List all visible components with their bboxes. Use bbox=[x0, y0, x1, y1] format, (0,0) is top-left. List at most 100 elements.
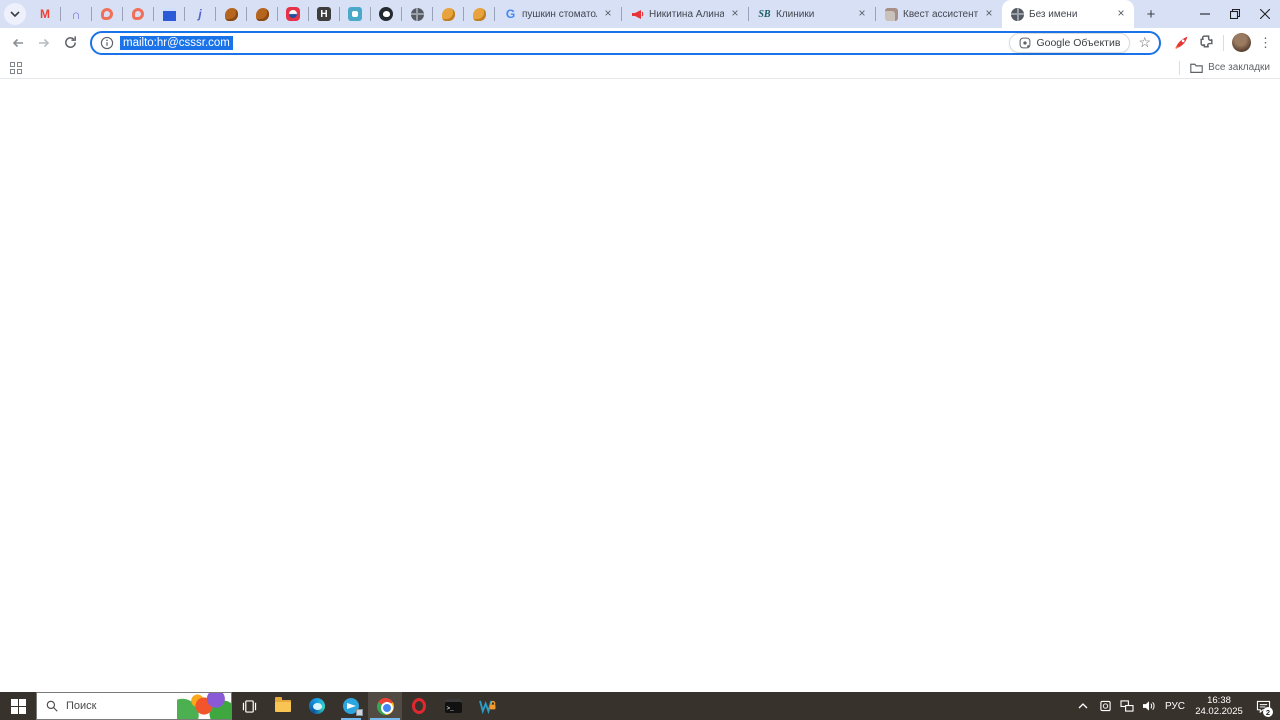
clock-time: 16:38 bbox=[1207, 695, 1231, 706]
tab-title: Клиники bbox=[776, 8, 815, 20]
pinned-tab-github[interactable] bbox=[371, 0, 401, 28]
page-info-icon[interactable] bbox=[100, 36, 114, 50]
taskbar-clock[interactable]: 16:38 24.02.2025 bbox=[1192, 695, 1246, 717]
profile-avatar[interactable] bbox=[1232, 33, 1251, 52]
minimize-icon bbox=[1200, 13, 1210, 15]
bookmarks-right: Все закладки bbox=[1179, 60, 1270, 75]
apps-grid-icon[interactable] bbox=[10, 61, 22, 74]
toolbar-divider bbox=[1223, 34, 1224, 51]
tray-tablet-button[interactable] bbox=[1096, 692, 1114, 720]
tablet-sync-icon bbox=[1099, 700, 1111, 712]
hand-icon bbox=[441, 7, 456, 22]
tab-close-icon[interactable]: × bbox=[728, 7, 742, 21]
file-explorer-icon bbox=[275, 697, 291, 712]
tab-kvest[interactable]: Квест ассистента мен × bbox=[876, 0, 1002, 28]
pinned-tab-arc[interactable]: ∩ bbox=[61, 0, 91, 28]
telegram-button[interactable] bbox=[334, 692, 368, 720]
pinned-tab-h[interactable]: H bbox=[309, 0, 339, 28]
tab-untitled-active[interactable]: Без имени × bbox=[1002, 0, 1134, 28]
network-button[interactable] bbox=[1118, 692, 1136, 720]
lens-icon bbox=[1020, 37, 1031, 48]
pinned-tab-globe[interactable] bbox=[402, 0, 432, 28]
bookmark-star-icon[interactable]: ☆ bbox=[1138, 34, 1151, 51]
pinned-tab-gmail[interactable]: M bbox=[30, 0, 60, 28]
start-button[interactable] bbox=[0, 692, 36, 720]
letter-h-icon: H bbox=[317, 7, 332, 22]
address-bar[interactable]: mailto:hr@csssr.com Google Объектив ☆ bbox=[90, 30, 1161, 55]
system-tray: РУС 16:38 24.02.2025 2 bbox=[1074, 692, 1280, 720]
loupe-icon bbox=[131, 7, 146, 22]
megaphone-icon bbox=[630, 7, 645, 22]
chrome-icon bbox=[376, 697, 394, 715]
pinned-tab-loupe-1[interactable] bbox=[92, 0, 122, 28]
google-icon: G bbox=[505, 7, 516, 21]
tab-close-icon[interactable]: × bbox=[855, 7, 869, 21]
pinned-tab-hand-1[interactable] bbox=[216, 0, 246, 28]
tab-title: пушкин стоматолог - П bbox=[522, 8, 597, 20]
pinned-tab-hand-4[interactable] bbox=[464, 0, 494, 28]
close-window-button[interactable] bbox=[1250, 0, 1280, 28]
volume-button[interactable] bbox=[1140, 692, 1158, 720]
tray-chevron-button[interactable] bbox=[1074, 692, 1092, 720]
vpn-app-button[interactable] bbox=[470, 692, 504, 720]
google-lens-button[interactable]: Google Объектив bbox=[1009, 32, 1131, 53]
clock-date: 24.02.2025 bbox=[1195, 706, 1243, 717]
browser-menu-button[interactable]: ⋮ bbox=[1259, 35, 1272, 51]
tab-close-icon[interactable]: × bbox=[982, 7, 996, 21]
taskbar-search-box[interactable]: Поиск bbox=[36, 692, 232, 720]
extensions-puzzle-icon[interactable] bbox=[1198, 34, 1215, 51]
pinned-tab-hand-3[interactable] bbox=[433, 0, 463, 28]
all-bookmarks-label: Все закладки bbox=[1208, 62, 1270, 73]
pinned-tab-j[interactable]: j bbox=[185, 0, 215, 28]
lens-label: Google Объектив bbox=[1036, 36, 1121, 49]
edge-button[interactable] bbox=[300, 692, 334, 720]
language-indicator[interactable]: РУС bbox=[1162, 692, 1188, 720]
windows-logo-icon bbox=[10, 698, 26, 714]
forward-icon bbox=[39, 38, 50, 47]
forward-button[interactable] bbox=[32, 31, 56, 55]
hand-icon bbox=[472, 7, 487, 22]
windows-taskbar: Поиск >_ РУС 16:38 24.02.2025 2 bbox=[0, 692, 1280, 720]
pinned-tab-pixel[interactable] bbox=[154, 0, 184, 28]
restore-icon bbox=[1230, 9, 1240, 19]
terminal-button[interactable]: >_ bbox=[436, 692, 470, 720]
teal-app-icon bbox=[348, 7, 363, 22]
tab-title: Без имени bbox=[1029, 8, 1078, 20]
pinned-tab-teal[interactable] bbox=[340, 0, 370, 28]
task-view-button[interactable] bbox=[232, 692, 266, 720]
hand-icon bbox=[255, 7, 270, 22]
tab-pushkin[interactable]: G пушкин стоматолог - П × bbox=[495, 0, 621, 28]
tab-nikitina[interactable]: Никитина Алина Евген × bbox=[622, 0, 748, 28]
github-icon bbox=[379, 7, 394, 22]
all-bookmarks-button[interactable]: Все закладки bbox=[1190, 62, 1270, 73]
chevron-down-icon bbox=[10, 11, 20, 17]
tab-close-icon[interactable]: × bbox=[601, 7, 615, 21]
pinned-tab-pepsi[interactable] bbox=[278, 0, 308, 28]
pinned-tab-hand-2[interactable] bbox=[247, 0, 277, 28]
url-text-selected[interactable]: mailto:hr@csssr.com bbox=[120, 35, 233, 50]
maximize-button[interactable] bbox=[1220, 0, 1250, 28]
tab-search-button[interactable] bbox=[4, 3, 26, 25]
notification-center-button[interactable]: 2 bbox=[1250, 692, 1276, 720]
vpn-icon bbox=[478, 700, 495, 714]
folder-icon bbox=[1190, 63, 1203, 73]
file-explorer-button[interactable] bbox=[266, 692, 300, 720]
search-placeholder: Поиск bbox=[66, 700, 97, 712]
new-tab-button[interactable]: + bbox=[1138, 1, 1164, 27]
pinned-tab-loupe-2[interactable] bbox=[123, 0, 153, 28]
chrome-button[interactable] bbox=[368, 692, 402, 720]
gray-app-icon bbox=[884, 7, 899, 22]
search-highlight-image[interactable] bbox=[177, 693, 231, 719]
reload-icon bbox=[64, 36, 76, 48]
minimize-button[interactable] bbox=[1190, 0, 1220, 28]
tab-strip: M ∩ j H G пушкин стоматолог - П × Никити… bbox=[0, 0, 1280, 28]
tab-close-icon[interactable]: × bbox=[1114, 7, 1128, 21]
reload-button[interactable] bbox=[58, 31, 82, 55]
opera-button[interactable] bbox=[402, 692, 436, 720]
chevron-up-icon bbox=[1078, 703, 1088, 709]
back-button[interactable] bbox=[6, 31, 30, 55]
bookmarks-bar: Все закладки bbox=[0, 57, 1280, 79]
tab-kliniki[interactable]: SB Клиники × bbox=[749, 0, 875, 28]
hand-icon bbox=[224, 7, 239, 22]
rocket-extension-icon[interactable] bbox=[1173, 34, 1190, 51]
